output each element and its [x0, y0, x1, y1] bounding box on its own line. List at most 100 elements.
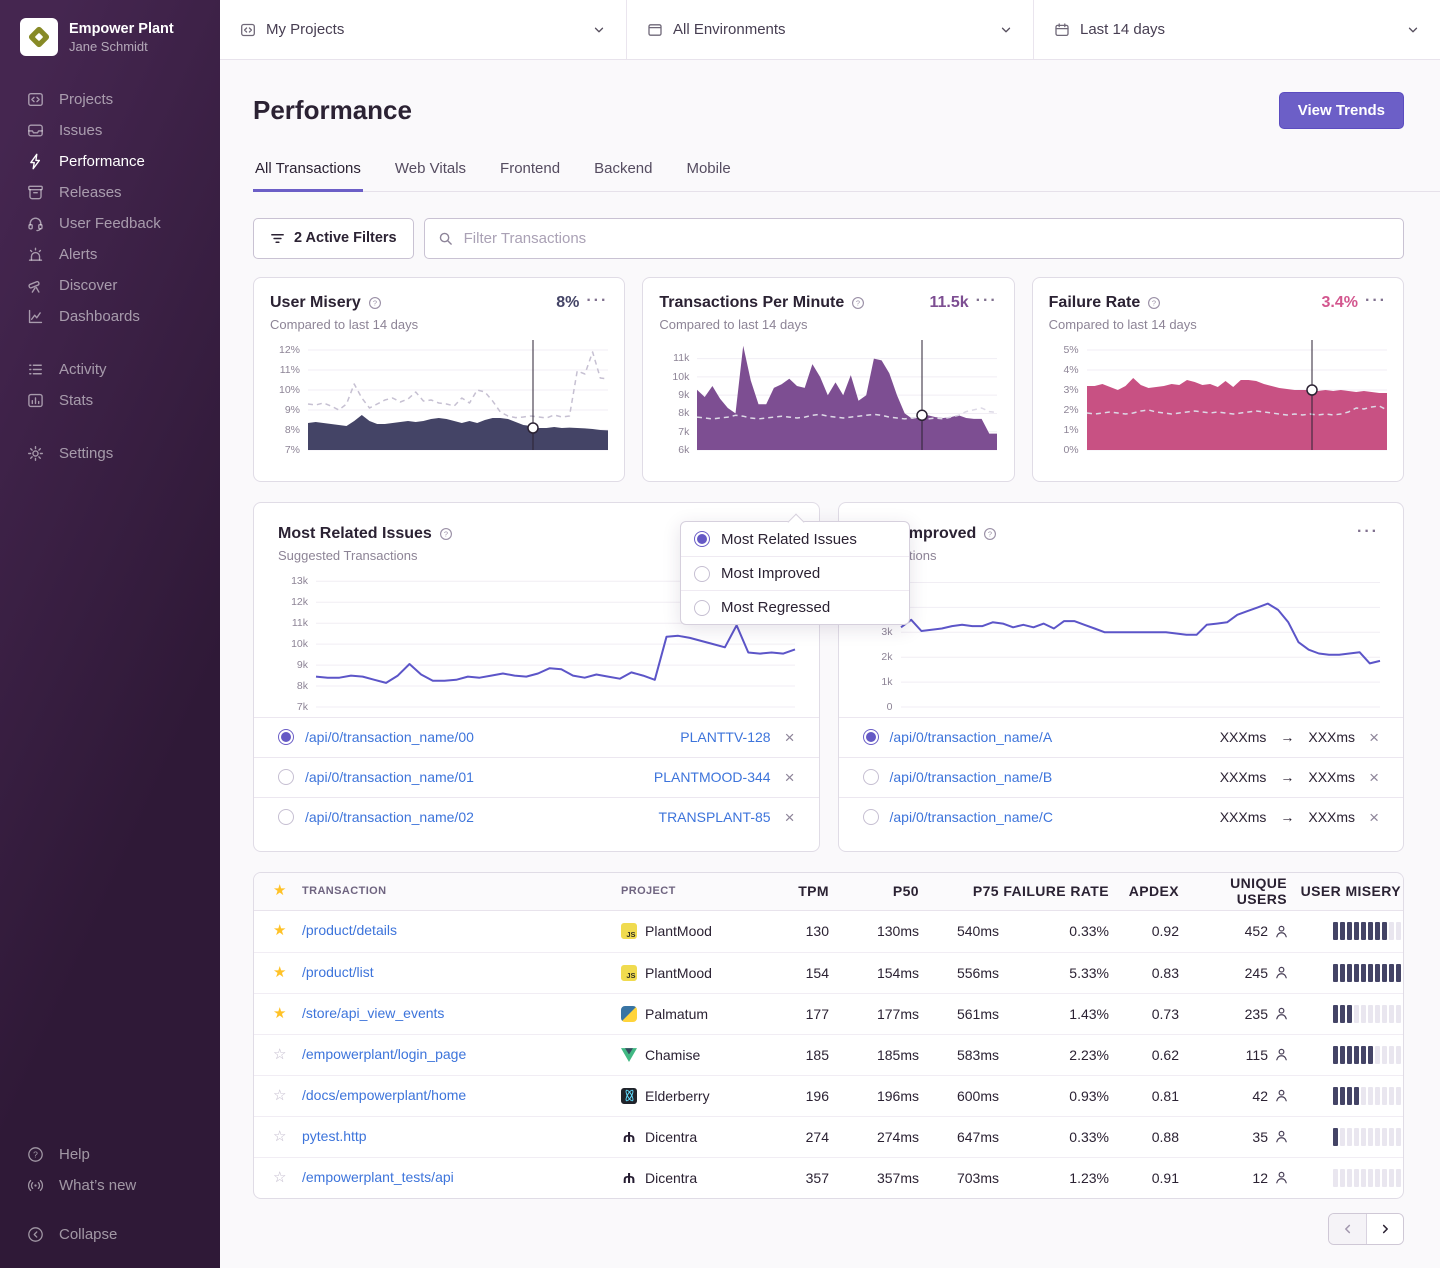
close-icon[interactable]: × — [785, 729, 795, 746]
search-icon — [438, 231, 453, 246]
arrow-right-icon: → — [1280, 729, 1294, 745]
p50-value: 177ms — [831, 1006, 921, 1022]
project-name: Elderberry — [645, 1088, 710, 1104]
column-header[interactable]: TPM — [769, 883, 831, 899]
overflow-menu-button[interactable]: ··· — [1357, 525, 1379, 543]
radio-button[interactable] — [863, 809, 879, 825]
sidebar-item-dashboards[interactable]: Dashboards — [0, 301, 220, 332]
sidebar-item-releases[interactable]: Releases — [0, 177, 220, 208]
project-name: Dicentra — [645, 1170, 697, 1186]
column-header[interactable]: P50 — [831, 883, 921, 899]
radio-button[interactable] — [863, 729, 879, 745]
chart-plot — [308, 344, 608, 450]
column-header[interactable]: TRANSACTION — [302, 885, 621, 897]
environment-selector[interactable]: All Environments — [627, 0, 1033, 59]
radio-button[interactable] — [278, 769, 294, 785]
transaction-link[interactable]: /empowerplant/login_page — [302, 1046, 466, 1062]
active-filters-button[interactable]: 2 Active Filters — [253, 218, 414, 259]
sidebar-item-settings[interactable]: Settings — [0, 438, 220, 469]
sidebar-item-user-feedback[interactable]: User Feedback — [0, 208, 220, 239]
sidebar-item-projects[interactable]: Projects — [0, 84, 220, 115]
transaction-link[interactable]: /api/0/transaction_name/00 — [305, 729, 474, 745]
overflow-menu-button[interactable]: ··· — [1365, 294, 1387, 312]
star-icon[interactable] — [273, 1046, 286, 1063]
sidebar-item-activity[interactable]: Activity — [0, 354, 220, 385]
star-icon[interactable] — [273, 1005, 286, 1022]
overflow-menu-button[interactable]: ··· — [586, 294, 608, 312]
sidebar-item-label: Dashboards — [59, 308, 140, 325]
menu-item-most-related-issues[interactable]: Most Related Issues — [681, 522, 909, 556]
dashboards-icon — [26, 308, 44, 326]
transaction-link[interactable]: pytest.http — [302, 1128, 367, 1144]
transaction-link[interactable]: /api/0/transaction_name/01 — [305, 769, 474, 785]
org-logo-diamond-icon — [28, 26, 51, 49]
sidebar-item-help[interactable]: ? Help — [0, 1139, 220, 1170]
menu-item-label: Most Improved — [721, 565, 820, 582]
project-selector[interactable]: My Projects — [220, 0, 626, 59]
search-input[interactable] — [462, 229, 1390, 248]
question-icon[interactable]: ? — [1147, 296, 1161, 310]
transaction-link[interactable]: /product/details — [302, 922, 397, 938]
column-header[interactable]: USER MISERY — [1289, 883, 1403, 899]
close-icon[interactable]: × — [1369, 769, 1379, 786]
transaction-link[interactable]: /store/api_view_events — [302, 1005, 444, 1021]
star-icon[interactable] — [273, 1087, 286, 1104]
radio-button[interactable] — [278, 729, 294, 745]
star-icon[interactable] — [273, 1128, 286, 1145]
platform-icon — [621, 1088, 637, 1104]
close-icon[interactable]: × — [1369, 729, 1379, 746]
duration-before: XXXms — [1220, 729, 1267, 745]
issue-link[interactable]: TRANSPLANT-85 — [659, 809, 771, 825]
question-icon[interactable]: ? — [983, 527, 997, 541]
sidebar-item-whats-new[interactable]: What’s new — [0, 1170, 220, 1201]
tab-frontend[interactable]: Frontend — [498, 160, 562, 192]
issue-link[interactable]: PLANTTV-128 — [680, 729, 770, 745]
menu-item-most-improved[interactable]: Most Improved — [681, 556, 909, 590]
next-page-button[interactable] — [1366, 1214, 1403, 1244]
close-icon[interactable]: × — [785, 769, 795, 786]
sidebar-item-issues[interactable]: Issues — [0, 115, 220, 146]
transaction-link[interactable]: /api/0/transaction_name/C — [890, 809, 1053, 825]
overflow-menu-button[interactable]: ··· — [976, 294, 998, 312]
view-trends-button[interactable]: View Trends — [1279, 92, 1404, 129]
star-filter-icon[interactable] — [273, 882, 286, 899]
question-icon[interactable]: ? — [439, 527, 453, 541]
tab-web-vitals[interactable]: Web Vitals — [393, 160, 468, 192]
menu-item-most-regressed[interactable]: Most Regressed — [681, 590, 909, 624]
star-icon[interactable] — [273, 1169, 286, 1186]
question-icon[interactable]: ? — [851, 296, 865, 310]
column-header[interactable]: FAILURE RATE — [1001, 883, 1111, 899]
radio-button[interactable] — [278, 809, 294, 825]
close-icon[interactable]: × — [1369, 809, 1379, 826]
tab-all-transactions[interactable]: All Transactions — [253, 160, 363, 192]
transaction-link[interactable]: /product/list — [302, 964, 374, 980]
tab-mobile[interactable]: Mobile — [684, 160, 732, 192]
sidebar-item-performance[interactable]: Performance — [0, 146, 220, 177]
column-header[interactable]: P75 — [921, 883, 1001, 899]
transaction-link[interactable]: /docs/empowerplant/home — [302, 1087, 466, 1103]
failure-rate-value: 0.93% — [1001, 1088, 1111, 1104]
sidebar-item-alerts[interactable]: Alerts — [0, 239, 220, 270]
issue-link[interactable]: PLANTMOOD-344 — [654, 769, 771, 785]
column-header[interactable]: UNIQUE USERS — [1181, 875, 1289, 907]
column-header[interactable]: APDEX — [1111, 883, 1181, 899]
tab-backend[interactable]: Backend — [592, 160, 654, 192]
transaction-link[interactable]: /api/0/transaction_name/02 — [305, 809, 474, 825]
transaction-link[interactable]: /api/0/transaction_name/B — [890, 769, 1053, 785]
transaction-link[interactable]: /api/0/transaction_name/A — [890, 729, 1053, 745]
sidebar-collapse-button[interactable]: Collapse — [0, 1219, 220, 1250]
star-icon[interactable] — [273, 922, 286, 939]
close-icon[interactable]: × — [785, 809, 795, 826]
sidebar-item-stats[interactable]: Stats — [0, 385, 220, 416]
question-icon[interactable]: ? — [368, 296, 382, 310]
chart-plot — [901, 575, 1380, 707]
radio-button[interactable] — [863, 769, 879, 785]
previous-page-button[interactable] — [1329, 1214, 1366, 1244]
org-switcher[interactable]: Empower Plant Jane Schmidt — [0, 14, 220, 60]
sidebar-item-label: User Feedback — [59, 215, 161, 232]
transaction-link[interactable]: /empowerplant_tests/api — [302, 1169, 454, 1185]
star-icon[interactable] — [273, 964, 286, 981]
column-header[interactable]: PROJECT — [621, 885, 769, 897]
date-range-selector[interactable]: Last 14 days — [1034, 0, 1440, 59]
sidebar-item-discover[interactable]: Discover — [0, 270, 220, 301]
